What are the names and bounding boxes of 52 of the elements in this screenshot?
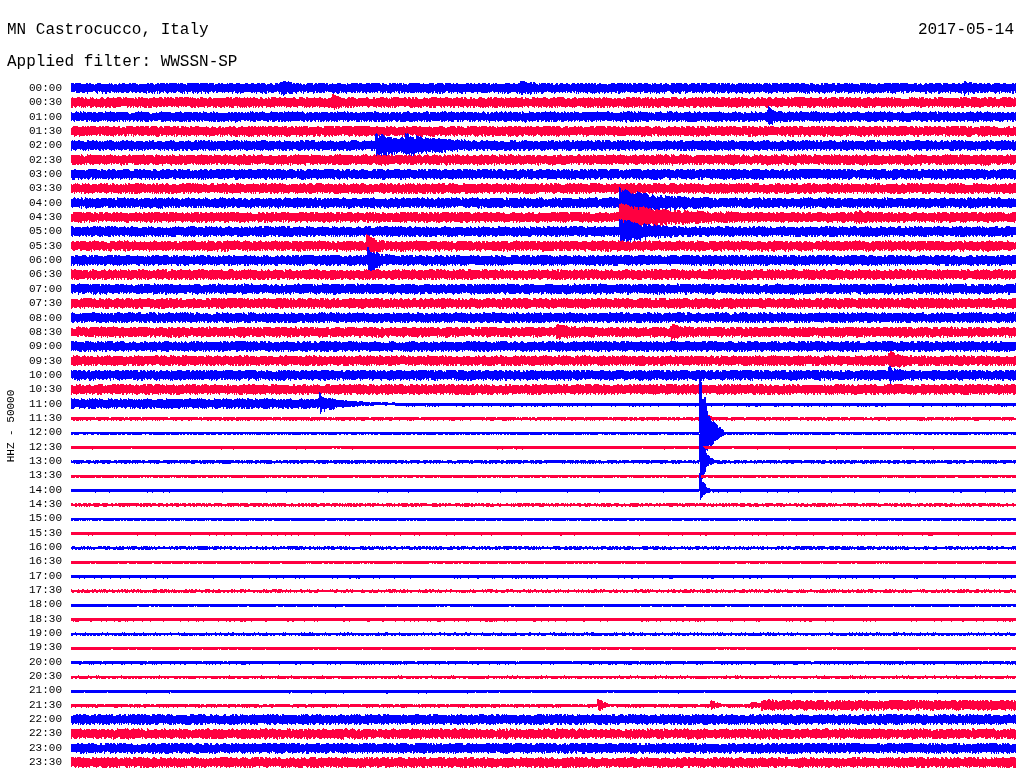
time-label: 20:30 — [28, 669, 62, 684]
time-label: 02:30 — [28, 152, 62, 168]
time-label: 11:00 — [28, 396, 62, 411]
time-label: 09:00 — [28, 339, 62, 354]
time-label: 22:30 — [28, 726, 62, 741]
time-label: 18:30 — [28, 611, 62, 627]
time-label: 18:00 — [28, 597, 62, 612]
time-label: 06:30 — [28, 267, 62, 282]
time-label: 13:30 — [28, 468, 62, 483]
filter-label: Applied filter: WWSSN-SP — [7, 53, 238, 71]
time-label: 09:30 — [28, 353, 62, 368]
time-label: 03:00 — [28, 167, 62, 182]
time-label: 11:30 — [28, 410, 62, 426]
time-label: 03:30 — [28, 181, 62, 196]
time-label: 23:30 — [28, 755, 62, 770]
time-label: 08:30 — [28, 324, 62, 340]
time-label: 00:30 — [28, 95, 62, 110]
time-label: 16:30 — [28, 554, 62, 569]
time-label: 21:00 — [28, 683, 62, 698]
time-label: 02:00 — [28, 138, 62, 153]
time-label: 07:30 — [28, 296, 62, 311]
time-label: 05:00 — [28, 224, 62, 239]
time-label: 13:00 — [28, 453, 62, 469]
time-label: 17:30 — [28, 583, 62, 598]
time-label: 20:00 — [28, 654, 62, 670]
time-label: 19:30 — [28, 640, 62, 655]
time-label: 10:30 — [28, 382, 62, 397]
time-label: 17:00 — [28, 568, 62, 584]
station-title: MN Castrocucco, Italy — [7, 20, 209, 41]
date-label: 2017-05-14 — [918, 20, 1014, 41]
time-label: 05:30 — [28, 238, 62, 254]
time-label: 08:00 — [28, 310, 62, 325]
time-label: 14:00 — [28, 482, 62, 497]
axis-label: HHZ - 50000 — [5, 389, 17, 462]
time-label: 00:00 — [28, 81, 62, 96]
time-label: 15:30 — [28, 525, 62, 540]
time-label: 16:00 — [28, 540, 62, 555]
time-label: 12:00 — [28, 425, 62, 440]
time-label: 19:00 — [28, 626, 62, 641]
time-label: 22:00 — [28, 712, 62, 727]
time-label: 01:00 — [28, 109, 62, 125]
time-label: 15:00 — [28, 511, 62, 526]
time-label: 01:30 — [28, 124, 62, 139]
time-label: 21:30 — [28, 697, 62, 713]
time-label: 04:30 — [28, 210, 62, 225]
time-label: 14:30 — [28, 496, 62, 512]
time-label: 10:00 — [28, 367, 62, 383]
time-label: 07:00 — [28, 281, 62, 297]
time-label: 23:00 — [28, 740, 62, 756]
time-label: 12:30 — [28, 439, 62, 454]
time-label: 06:00 — [28, 253, 62, 268]
time-label: 04:00 — [28, 195, 62, 211]
